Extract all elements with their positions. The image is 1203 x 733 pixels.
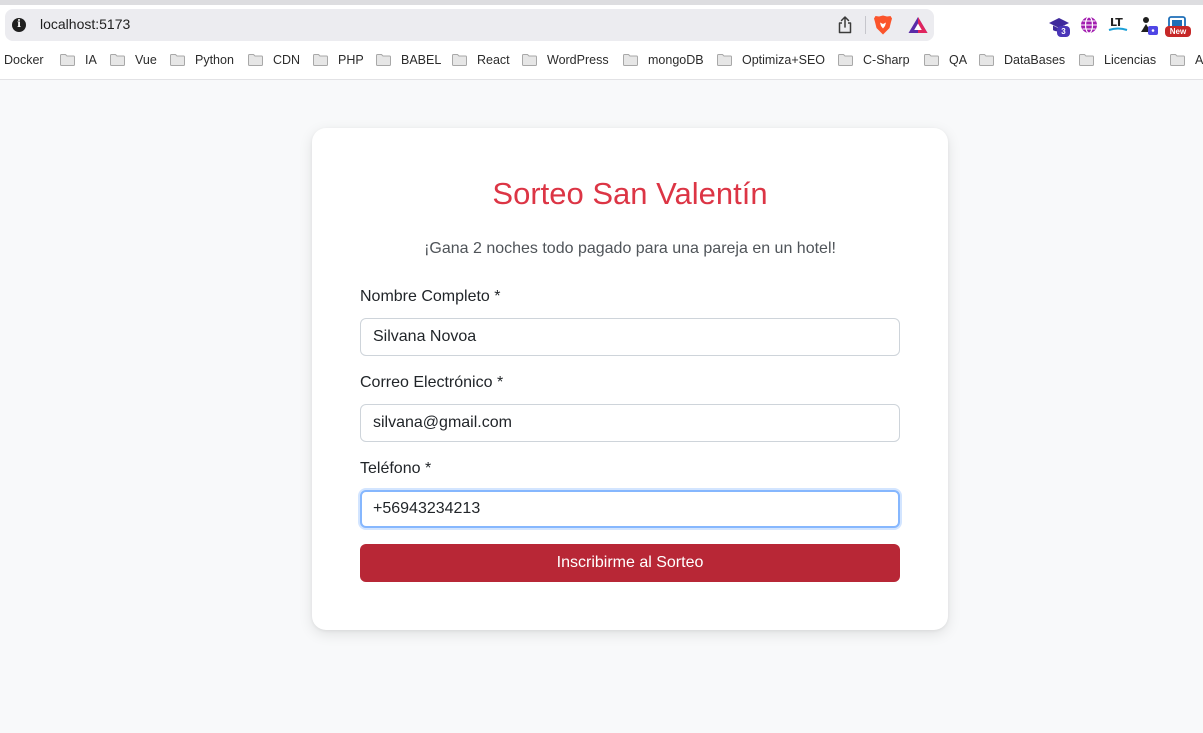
folder-icon: [313, 54, 328, 66]
browser-chrome: i localhost:5173 3 LT New Docker IA Vue …: [0, 0, 1203, 80]
languagetool-label: LT: [1110, 16, 1123, 29]
bookmark-c-sharp[interactable]: C-Sharp: [838, 50, 910, 70]
folder-icon: [248, 54, 263, 66]
bookmark-label: Optimiza+SEO: [742, 53, 826, 67]
bookmark-react[interactable]: React: [452, 50, 510, 70]
bookmark-label: WordPress: [547, 53, 609, 67]
bookmark-label: BABEL: [401, 53, 442, 67]
folder-icon: [979, 54, 994, 66]
bookmark-wordpress[interactable]: WordPress: [522, 50, 609, 70]
bookmark-label: Docker: [4, 53, 44, 67]
bookmark-label: PHP: [338, 53, 364, 67]
folder-icon: [60, 54, 75, 66]
address-bar-separator: [865, 16, 866, 34]
bookmark-mongodb[interactable]: mongoDB: [623, 50, 704, 70]
bookmark-licencias[interactable]: Licencias: [1079, 50, 1156, 70]
folder-icon: [717, 54, 732, 66]
email-input[interactable]: [360, 404, 900, 442]
graduation-cap-icon[interactable]: 3: [1048, 15, 1070, 37]
globe-icon[interactable]: [1078, 15, 1100, 37]
bookmark-python[interactable]: Python: [170, 50, 234, 70]
bookmark-label: C-Sharp: [863, 53, 910, 67]
folder-icon: [1170, 54, 1185, 66]
bookmark-label: DataBases: [1004, 53, 1066, 67]
site-info-icon[interactable]: i: [12, 18, 26, 32]
bookmark-label: Licencias: [1104, 53, 1157, 67]
bookmark-vue[interactable]: Vue: [110, 50, 157, 70]
folder-icon: [452, 54, 467, 66]
bookmark-label: Vue: [135, 53, 157, 67]
phone-label: Teléfono *: [360, 460, 432, 477]
extension-badge: 3: [1057, 26, 1070, 37]
bookmark-qa[interactable]: QA: [924, 50, 967, 70]
submit-raffle-button[interactable]: Inscribirme al Sorteo: [360, 544, 900, 582]
folder-icon: [838, 54, 853, 66]
folder-icon: [376, 54, 391, 66]
bookmark-cdn[interactable]: CDN: [248, 50, 300, 70]
full-name-input[interactable]: [360, 318, 900, 356]
brave-shields-icon[interactable]: [872, 14, 894, 36]
bookmark-php[interactable]: PHP: [313, 50, 364, 70]
bookmark-ai[interactable]: AI: [1170, 50, 1203, 70]
bookmark-databases[interactable]: DataBases: [979, 50, 1065, 70]
address-bar[interactable]: i localhost:5173: [5, 9, 934, 41]
bookmark-label: IA: [85, 53, 97, 67]
bookmark-label: CDN: [273, 53, 301, 67]
full-name-label: Nombre Completo *: [360, 288, 501, 305]
folder-icon: [924, 54, 939, 66]
bookmark-label: AI: [1195, 53, 1203, 67]
share-icon[interactable]: [836, 15, 854, 35]
bookmark-label: QA: [949, 53, 968, 67]
languagetool-icon[interactable]: LT: [1107, 15, 1129, 37]
folder-icon: [623, 54, 638, 66]
bookmark-docker[interactable]: Docker: [4, 50, 44, 70]
folder-icon: [522, 54, 537, 66]
url-text[interactable]: localhost:5173: [40, 16, 130, 32]
bookmark-label: Python: [195, 53, 234, 67]
phone-input[interactable]: [360, 490, 900, 528]
bookmark-label: mongoDB: [648, 53, 704, 67]
folder-icon: [170, 54, 185, 66]
new-badge: New: [1165, 26, 1191, 37]
brave-rewards-icon[interactable]: [907, 15, 929, 35]
raffle-form-card: Sorteo San Valentín ¡Gana 2 noches todo …: [312, 128, 948, 630]
tab-strip-edge: [0, 0, 1203, 5]
email-label: Correo Electrónico *: [360, 374, 504, 391]
folder-icon: [1079, 54, 1094, 66]
form-title: Sorteo San Valentín: [492, 176, 768, 211]
bookmark-optimiza-seo[interactable]: Optimiza+SEO: [717, 50, 825, 70]
bookmark-label: React: [477, 53, 510, 67]
developer-tool-icon[interactable]: [1138, 15, 1160, 37]
bookmark-ia[interactable]: IA: [60, 50, 97, 70]
screen-tool-icon[interactable]: New: [1165, 15, 1191, 37]
bookmark-babel[interactable]: BABEL: [376, 50, 441, 70]
form-subtitle: ¡Gana 2 noches todo pagado para una pare…: [424, 240, 836, 257]
bookmarks-bar: Docker IA Vue Python CDN PHP BABEL React…: [0, 50, 1203, 70]
folder-icon: [110, 54, 125, 66]
chrome-divider: [0, 79, 1203, 80]
